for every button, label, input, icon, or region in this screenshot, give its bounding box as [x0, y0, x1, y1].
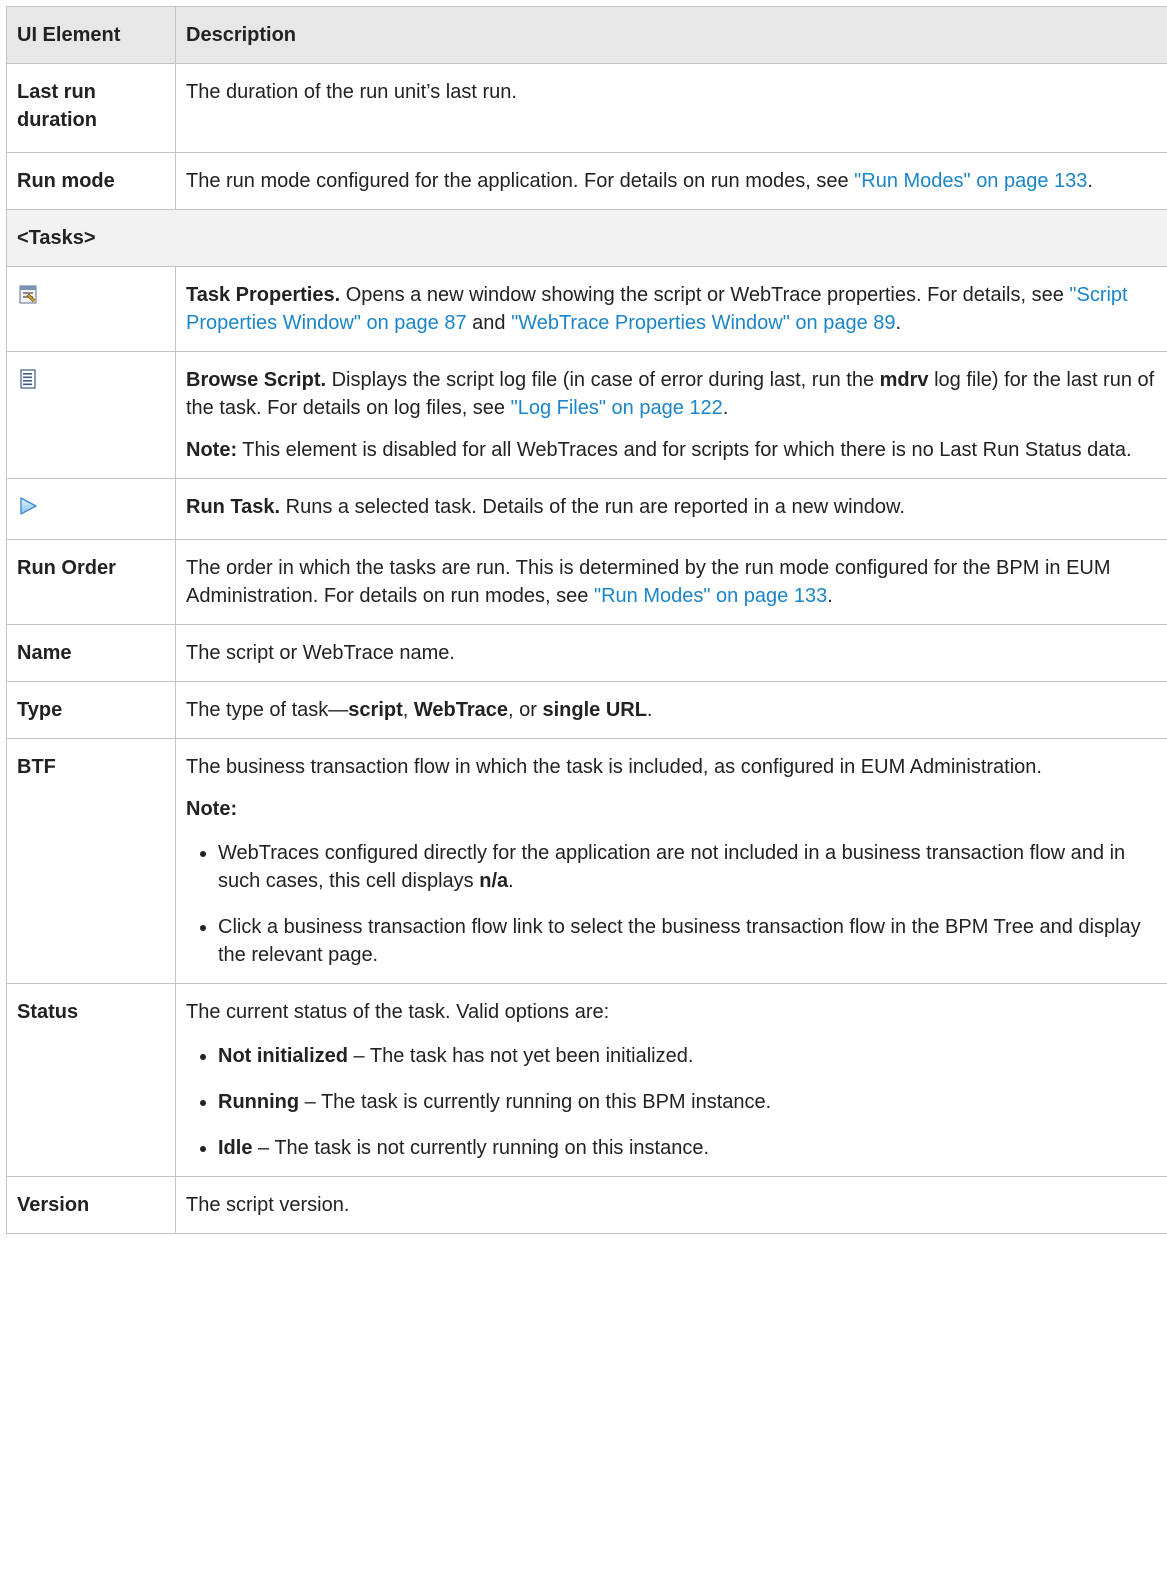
task-properties-icon — [17, 283, 39, 305]
status-option: Idle — [218, 1137, 253, 1159]
webtrace-properties-link[interactable]: "WebTrace Properties Window" on page 89 — [511, 312, 895, 334]
desc-text: . — [827, 585, 833, 607]
run-task-title: Run Task. — [186, 496, 281, 518]
desc-text: and — [466, 312, 512, 334]
desc-text: The duration of the run unit’s last run. — [186, 81, 517, 103]
btf-bullet-list: WebTraces configured directly for the ap… — [186, 839, 1158, 969]
table-row: Version The script version. — [6, 1176, 1167, 1234]
desc-text: . — [508, 870, 514, 892]
mdrv-bold: mdrv — [879, 369, 929, 391]
row-desc-task-properties: Task Properties. Opens a new window show… — [175, 266, 1167, 352]
tasks-section-label: <Tasks> — [6, 209, 1167, 267]
desc-text: Opens a new window showing the script or… — [340, 284, 1070, 306]
table-header-row: UI Element Description — [6, 6, 1167, 64]
table-row: Name The script or WebTrace name. — [6, 624, 1167, 682]
table-row: Status The current status of the task. V… — [6, 983, 1167, 1177]
row-desc-status: The current status of the task. Valid op… — [175, 983, 1167, 1177]
row-label-run-mode: Run mode — [6, 152, 176, 210]
btf-paragraph: The business transaction flow in which t… — [186, 756, 1042, 778]
desc-text: . — [895, 312, 902, 334]
table-row: BTF The business transaction flow in whi… — [6, 738, 1167, 984]
run-modes-link[interactable]: "Run Modes" on page 133 — [594, 585, 827, 607]
row-label-type: Type — [6, 681, 176, 739]
table-row: Task Properties. Opens a new window show… — [6, 266, 1167, 352]
list-item: Running – The task is currently running … — [200, 1088, 1158, 1116]
desc-text: – The task has not yet been initialized. — [348, 1045, 694, 1067]
log-files-link[interactable]: "Log Files" on page 122 — [511, 397, 723, 419]
browse-script-icon — [17, 368, 39, 390]
desc-text: Displays the script log file (in case of… — [326, 369, 880, 391]
header-ui-element: UI Element — [6, 6, 176, 64]
row-label-btf: BTF — [6, 738, 176, 984]
browse-script-paragraph: Browse Script. Displays the script log f… — [186, 366, 1158, 422]
row-desc-run-task: Run Task. Runs a selected task. Details … — [175, 478, 1167, 540]
desc-text: – The task is currently running on this … — [299, 1091, 772, 1113]
run-modes-link[interactable]: "Run Modes" on page 133 — [854, 170, 1087, 192]
task-properties-title: Task Properties. — [186, 284, 341, 306]
desc-text: Runs a selected task. Details of the run… — [280, 496, 905, 518]
desc-text: . — [722, 397, 729, 419]
row-label-version: Version — [6, 1176, 176, 1234]
status-paragraph: The current status of the task. Valid op… — [186, 1001, 610, 1023]
row-label-name: Name — [6, 624, 176, 682]
note-label: Note: — [186, 798, 238, 820]
row-desc-name: The script or WebTrace name. — [175, 624, 1167, 682]
desc-text: – The task is not currently running on t… — [252, 1137, 709, 1159]
row-label-run-order: Run Order — [6, 539, 176, 625]
status-option: Not initialized — [218, 1045, 348, 1067]
table-row: Run Task. Runs a selected task. Details … — [6, 478, 1167, 540]
desc-text: , or — [508, 699, 543, 721]
table-row: Run Order The order in which the tasks a… — [6, 539, 1167, 625]
list-item: Not initialized – The task has not yet b… — [200, 1042, 1158, 1070]
desc-text: . — [646, 699, 653, 721]
browse-script-note: Note: This element is disabled for all W… — [186, 436, 1158, 464]
row-label-last-run-duration: Last run duration — [6, 63, 176, 153]
row-desc-last-run-duration: The duration of the run unit’s last run. — [175, 63, 1167, 153]
run-task-icon — [17, 495, 39, 517]
list-item: WebTraces configured directly for the ap… — [200, 839, 1158, 895]
type-webtrace: WebTrace — [413, 699, 509, 721]
note-label: Note: — [186, 439, 238, 461]
header-description: Description — [175, 6, 1167, 64]
na-bold: n/a — [479, 870, 509, 892]
row-desc-run-mode: The run mode configured for the applicat… — [175, 152, 1167, 210]
desc-text: , — [402, 699, 414, 721]
row-icon-cell — [6, 266, 176, 352]
ui-elements-table: UI Element Description Last run duration… — [6, 6, 1167, 1234]
row-desc-run-order: The order in which the tasks are run. Th… — [175, 539, 1167, 625]
desc-text: The type of task— — [186, 699, 349, 721]
list-item: Click a business transaction flow link t… — [200, 913, 1158, 969]
row-icon-cell — [6, 351, 176, 479]
row-label-status: Status — [6, 983, 176, 1177]
tasks-section-row: <Tasks> — [6, 209, 1167, 267]
row-icon-cell — [6, 478, 176, 540]
row-desc-btf: The business transaction flow in which t… — [175, 738, 1167, 984]
table-row: Type The type of task—script, WebTrace, … — [6, 681, 1167, 739]
list-item: Idle – The task is not currently running… — [200, 1134, 1158, 1162]
status-option: Running — [218, 1091, 300, 1113]
browse-script-title: Browse Script. — [186, 369, 327, 391]
table-row: Last run duration The duration of the ru… — [6, 63, 1167, 153]
row-desc-version: The script version. — [175, 1176, 1167, 1234]
note-text: This element is disabled for all WebTrac… — [237, 439, 1132, 461]
table-row: Browse Script. Displays the script log f… — [6, 351, 1167, 479]
btf-note-label: Note: — [186, 795, 1158, 823]
table-row: Run mode The run mode configured for the… — [6, 152, 1167, 210]
row-desc-type: The type of task—script, WebTrace, or si… — [175, 681, 1167, 739]
desc-text: WebTraces configured directly for the ap… — [218, 842, 1126, 892]
type-script: script — [348, 699, 403, 721]
type-single-url: single URL — [542, 699, 647, 721]
desc-text: The run mode configured for the applicat… — [186, 170, 855, 192]
desc-text: . — [1087, 170, 1093, 192]
row-desc-browse-script: Browse Script. Displays the script log f… — [175, 351, 1167, 479]
status-bullet-list: Not initialized – The task has not yet b… — [186, 1042, 1158, 1162]
